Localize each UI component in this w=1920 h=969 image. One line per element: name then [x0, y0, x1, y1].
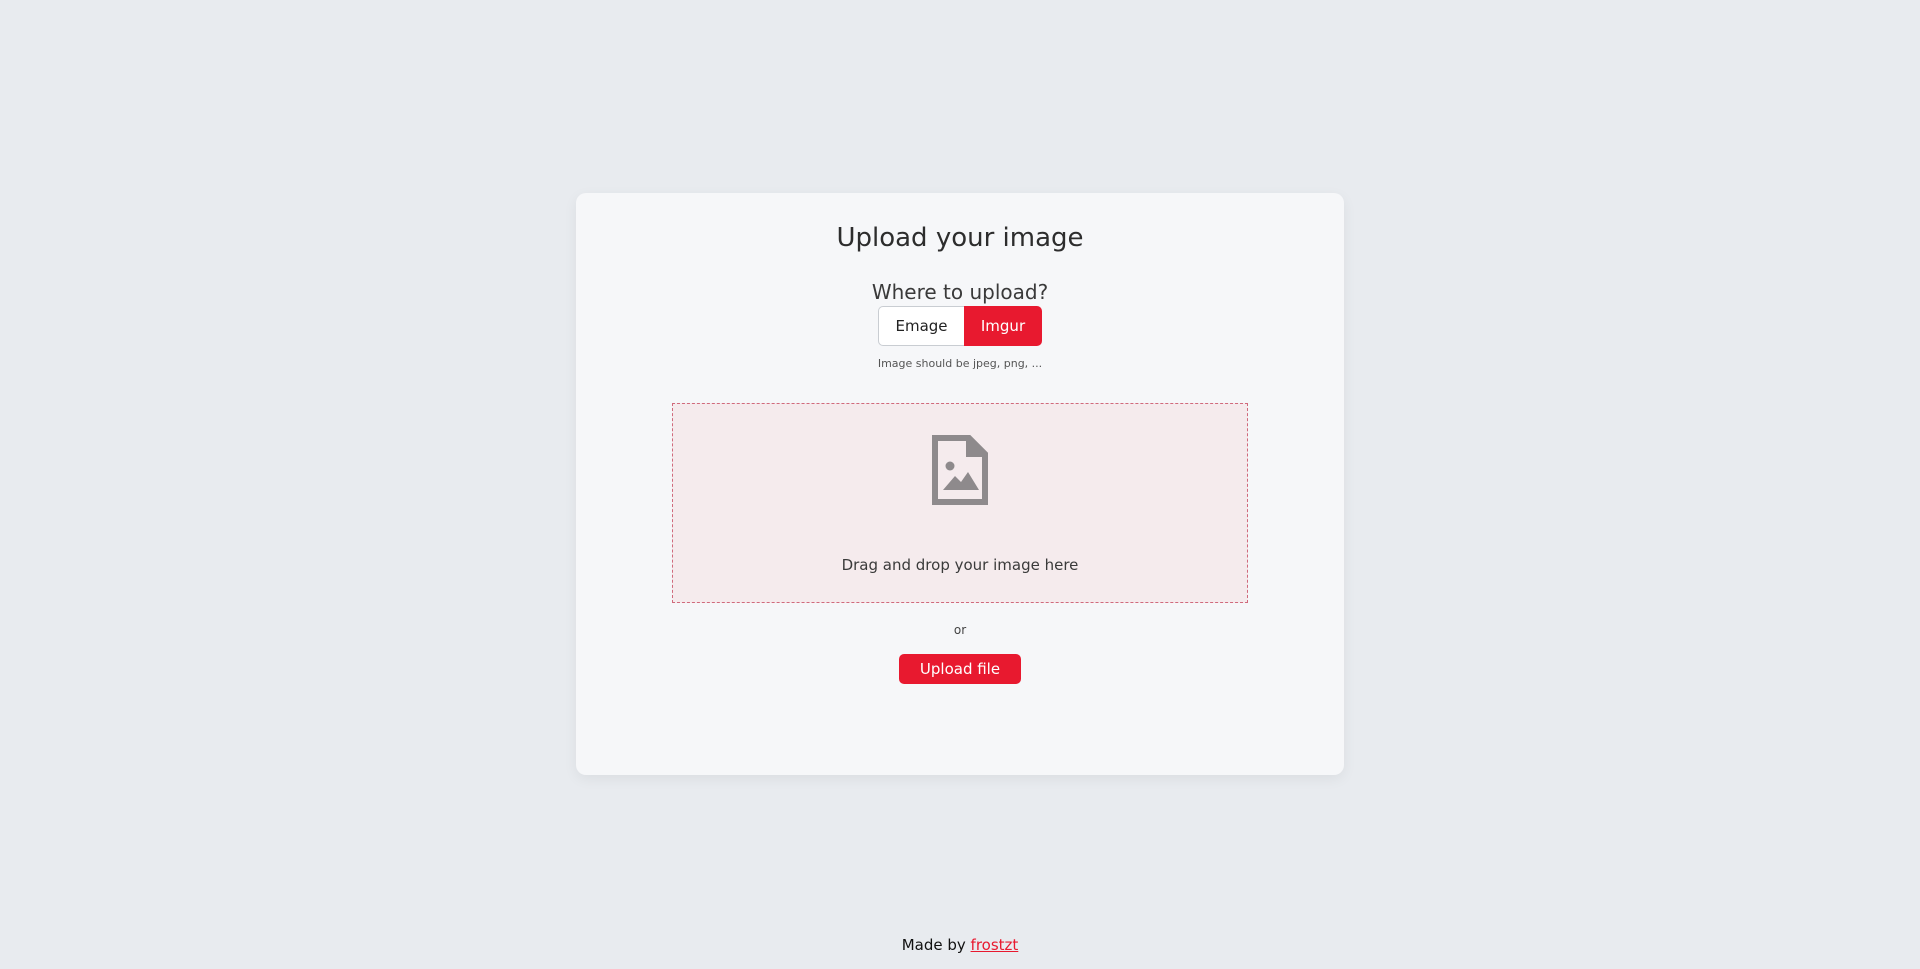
author-link[interactable]: frostzt: [971, 936, 1019, 954]
emage-option-button[interactable]: Emage: [878, 306, 964, 346]
image-file-icon: [932, 435, 988, 505]
drop-zone-text: Drag and drop your image here: [841, 556, 1079, 574]
drop-zone[interactable]: Drag and drop your image here: [672, 403, 1248, 603]
upload-file-button[interactable]: Upload file: [899, 654, 1021, 684]
upload-card: Upload your image Where to upload? Emage…: [576, 193, 1344, 775]
upload-target-toggle: Emage Imgur: [878, 306, 1042, 346]
imgur-option-button[interactable]: Imgur: [964, 306, 1042, 346]
file-type-hint: Image should be jpeg, png, ...: [877, 357, 1043, 370]
footer-prefix: Made by: [901, 936, 966, 954]
upload-target-label: Where to upload?: [871, 280, 1049, 304]
or-separator: or: [953, 623, 967, 637]
footer: Made by frostzt: [0, 936, 1920, 954]
page-title: Upload your image: [836, 223, 1084, 253]
